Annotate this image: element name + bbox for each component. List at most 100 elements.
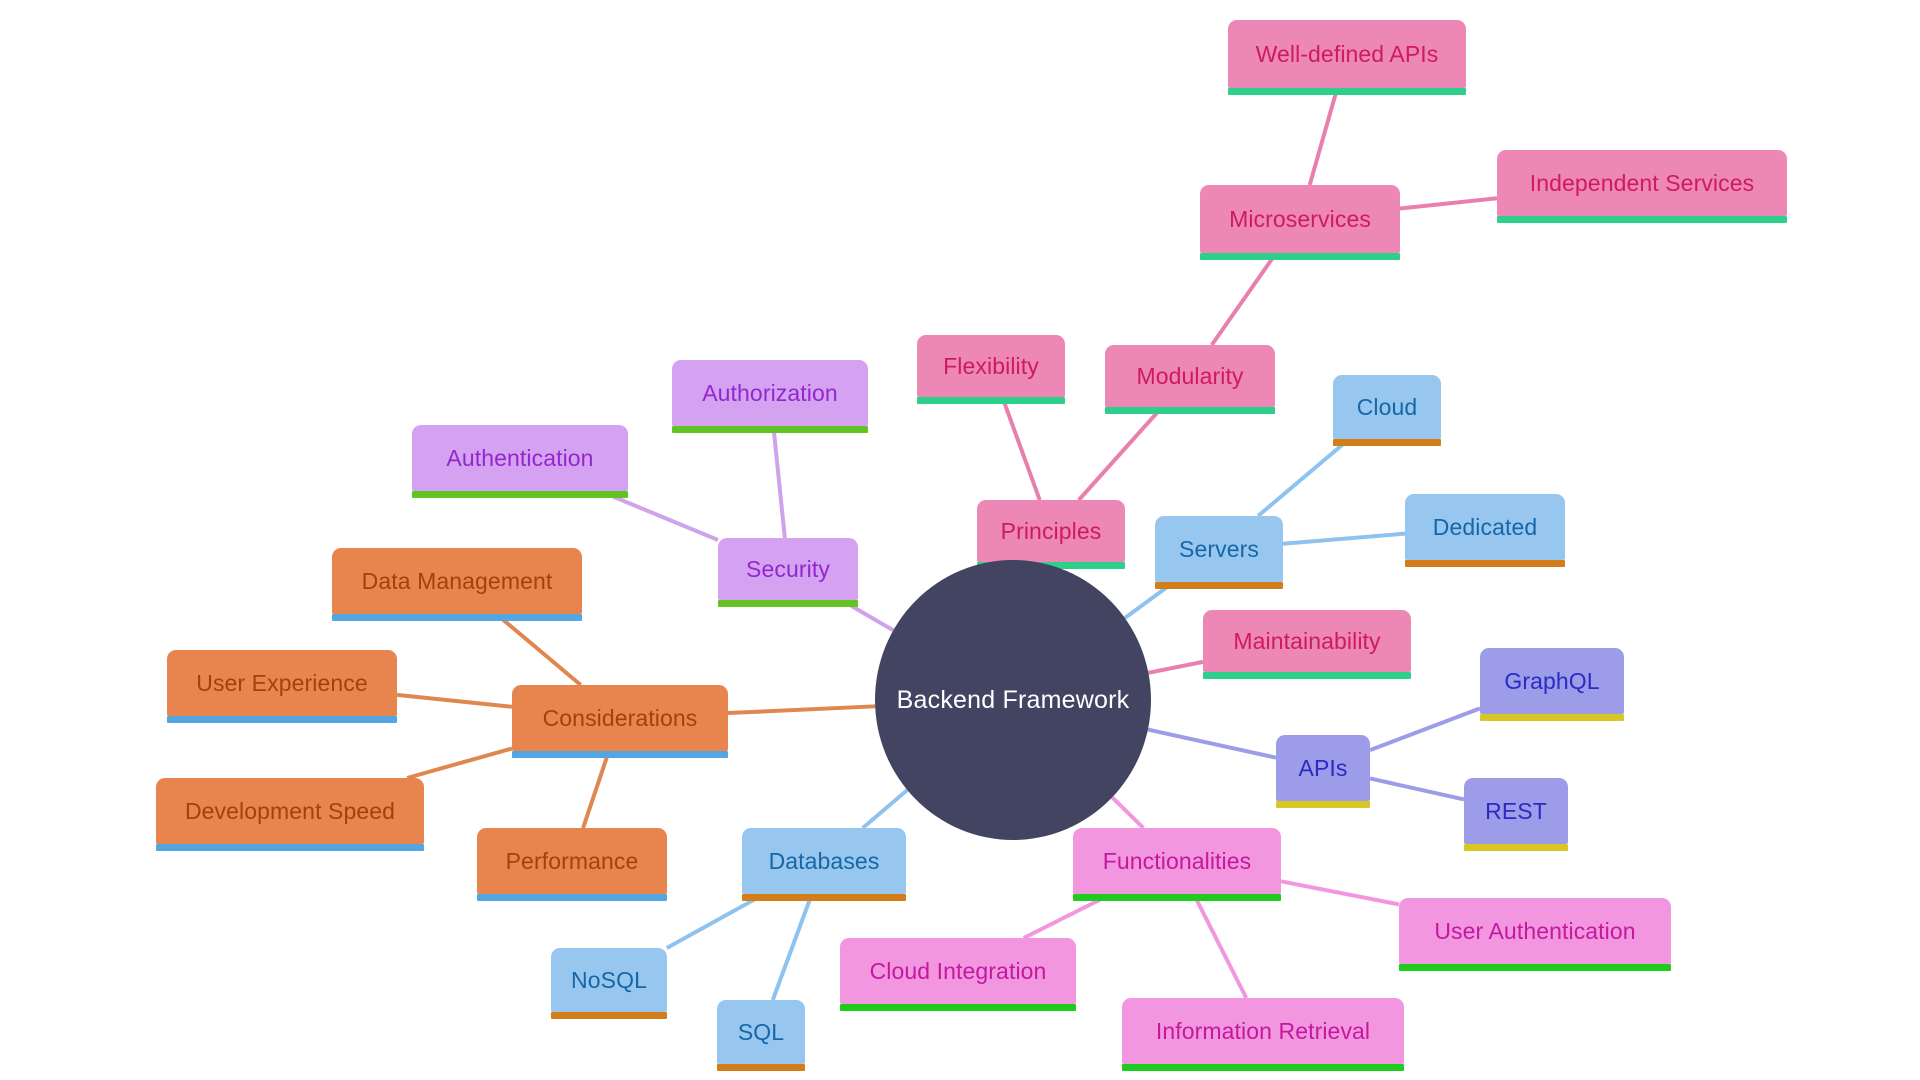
node-label-security: Security bbox=[746, 555, 830, 582]
node-label-user-authentication: User Authentication bbox=[1434, 917, 1636, 944]
node-label-cloud: Cloud bbox=[1356, 393, 1418, 420]
node-independent-services[interactable]: Independent Services bbox=[1497, 150, 1787, 223]
edge-security-to-authorization bbox=[771, 425, 787, 539]
node-underline-nosql bbox=[551, 1012, 667, 1019]
edge-microservices-to-independent-services bbox=[1399, 196, 1498, 211]
node-underline-flexibility bbox=[917, 397, 1065, 404]
edge-principles-to-modularity bbox=[1077, 405, 1164, 502]
edge-root-to-functionalities bbox=[1110, 795, 1145, 830]
node-apis[interactable]: APIs bbox=[1276, 735, 1370, 808]
node-underline-dedicated bbox=[1405, 560, 1565, 567]
node-underline-cloud-integration bbox=[840, 1004, 1076, 1011]
edge-security-to-authentication bbox=[598, 489, 719, 542]
node-label-flexibility: Flexibility bbox=[943, 352, 1039, 379]
node-principles[interactable]: Principles bbox=[977, 500, 1125, 569]
node-label-modularity: Modularity bbox=[1136, 362, 1244, 389]
node-authorization[interactable]: Authorization bbox=[672, 360, 868, 433]
node-microservices[interactable]: Microservices bbox=[1200, 185, 1400, 260]
root-node-label: Backend Framework bbox=[896, 685, 1130, 714]
edge-modularity-to-microservices bbox=[1210, 251, 1278, 347]
node-well-defined-apis[interactable]: Well-defined APIs bbox=[1228, 20, 1466, 95]
node-label-nosql: NoSQL bbox=[571, 966, 647, 993]
node-cloud[interactable]: Cloud bbox=[1333, 375, 1441, 446]
edge-considerations-to-user-experience bbox=[396, 692, 513, 709]
edge-root-to-databases bbox=[861, 788, 909, 830]
node-underline-user-authentication bbox=[1399, 964, 1671, 971]
node-label-development-speed: Development Speed bbox=[184, 797, 396, 824]
edge-considerations-to-performance bbox=[581, 750, 611, 829]
node-considerations[interactable]: Considerations bbox=[512, 685, 728, 758]
node-label-well-defined-apis: Well-defined APIs bbox=[1255, 40, 1439, 67]
node-label-graphql: GraphQL bbox=[1504, 667, 1600, 694]
node-underline-performance bbox=[477, 894, 667, 901]
edge-apis-to-graphql bbox=[1369, 706, 1481, 753]
node-development-speed[interactable]: Development Speed bbox=[156, 778, 424, 851]
node-underline-authorization bbox=[672, 426, 868, 433]
edge-servers-to-cloud bbox=[1256, 437, 1351, 518]
node-rest[interactable]: REST bbox=[1464, 778, 1568, 851]
edge-servers-to-dedicated bbox=[1282, 531, 1406, 546]
node-underline-databases bbox=[742, 894, 906, 901]
node-underline-information-retrieval bbox=[1122, 1064, 1404, 1071]
node-underline-servers bbox=[1155, 582, 1283, 589]
node-dedicated[interactable]: Dedicated bbox=[1405, 494, 1565, 567]
edge-principles-to-flexibility bbox=[1000, 396, 1042, 501]
edge-functionalities-to-user-authentication bbox=[1280, 879, 1400, 907]
node-label-rest: REST bbox=[1485, 797, 1547, 824]
node-underline-maintainability bbox=[1203, 672, 1411, 679]
node-underline-security bbox=[718, 600, 858, 607]
node-underline-microservices bbox=[1200, 253, 1400, 260]
edge-databases-to-sql bbox=[770, 893, 814, 1001]
node-user-authentication[interactable]: User Authentication bbox=[1399, 898, 1671, 971]
node-functionalities[interactable]: Functionalities bbox=[1073, 828, 1281, 901]
edge-apis-to-rest bbox=[1369, 776, 1465, 802]
node-user-experience[interactable]: User Experience bbox=[167, 650, 397, 723]
node-underline-considerations bbox=[512, 751, 728, 758]
node-label-authorization: Authorization bbox=[702, 379, 838, 406]
edge-root-to-considerations bbox=[727, 704, 876, 716]
node-servers[interactable]: Servers bbox=[1155, 516, 1283, 589]
node-underline-modularity bbox=[1105, 407, 1275, 414]
node-security[interactable]: Security bbox=[718, 538, 858, 607]
node-modularity[interactable]: Modularity bbox=[1105, 345, 1275, 414]
node-label-user-experience: User Experience bbox=[196, 669, 368, 696]
node-sql[interactable]: SQL bbox=[717, 1000, 805, 1071]
edge-functionalities-to-information-retrieval bbox=[1191, 893, 1249, 999]
node-performance[interactable]: Performance bbox=[477, 828, 667, 901]
node-underline-independent-services bbox=[1497, 216, 1787, 223]
node-data-management[interactable]: Data Management bbox=[332, 548, 582, 621]
edge-considerations-to-development-speed bbox=[406, 746, 513, 780]
node-graphql[interactable]: GraphQL bbox=[1480, 648, 1624, 721]
edge-microservices-to-well-defined-apis bbox=[1307, 87, 1340, 186]
node-underline-development-speed bbox=[156, 844, 424, 851]
node-label-microservices: Microservices bbox=[1229, 205, 1371, 232]
node-underline-authentication bbox=[412, 491, 628, 498]
node-underline-user-experience bbox=[167, 716, 397, 723]
node-label-databases: Databases bbox=[768, 847, 880, 874]
edge-root-to-maintainability bbox=[1147, 659, 1204, 675]
node-label-maintainability: Maintainability bbox=[1233, 627, 1381, 654]
edge-root-to-apis bbox=[1147, 727, 1277, 760]
node-authentication[interactable]: Authentication bbox=[412, 425, 628, 498]
node-underline-data-management bbox=[332, 614, 582, 621]
edge-databases-to-nosql bbox=[665, 892, 766, 950]
node-cloud-integration[interactable]: Cloud Integration bbox=[840, 938, 1076, 1011]
node-flexibility[interactable]: Flexibility bbox=[917, 335, 1065, 404]
node-label-authentication: Authentication bbox=[446, 444, 594, 471]
node-underline-apis bbox=[1276, 801, 1370, 808]
node-databases[interactable]: Databases bbox=[742, 828, 906, 901]
mindmap-canvas: Principles Flexibility Modularity Microserv… bbox=[0, 0, 1920, 1080]
node-maintainability[interactable]: Maintainability bbox=[1203, 610, 1411, 679]
node-label-functionalities: Functionalities bbox=[1102, 847, 1252, 874]
node-underline-rest bbox=[1464, 844, 1568, 851]
root-node[interactable]: Backend Framework bbox=[875, 560, 1151, 840]
node-label-independent-services: Independent Services bbox=[1529, 169, 1755, 196]
node-underline-graphql bbox=[1480, 714, 1624, 721]
node-label-performance: Performance bbox=[505, 847, 639, 874]
node-label-sql: SQL bbox=[737, 1018, 785, 1045]
node-label-servers: Servers bbox=[1179, 535, 1259, 562]
node-label-dedicated: Dedicated bbox=[1432, 513, 1538, 540]
node-underline-sql bbox=[717, 1064, 805, 1071]
node-nosql[interactable]: NoSQL bbox=[551, 948, 667, 1019]
node-information-retrieval[interactable]: Information Retrieval bbox=[1122, 998, 1404, 1071]
